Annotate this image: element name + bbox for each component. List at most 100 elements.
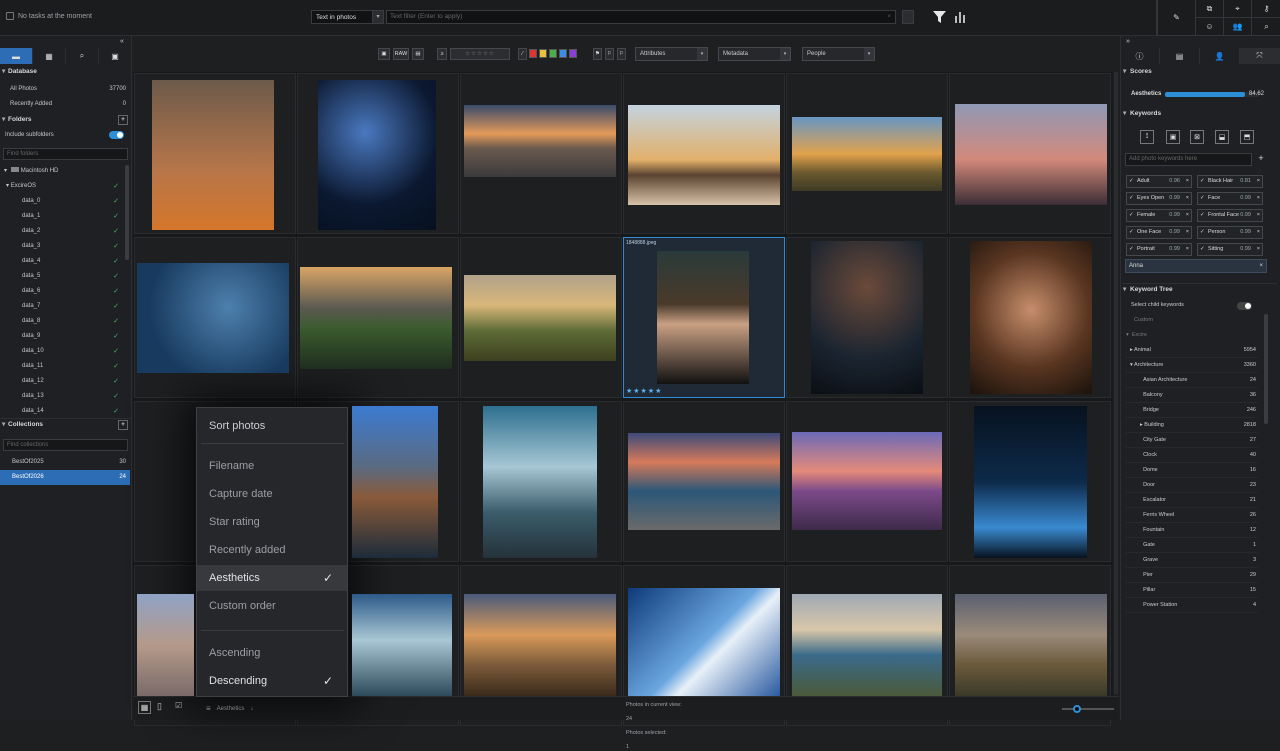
keyword-chip[interactable]: Sitting 0.99 × [1197, 243, 1263, 256]
photo-thumbnail-cloud-reflect[interactable] [137, 594, 194, 696]
remove-icon[interactable]: × [1257, 210, 1260, 221]
tab-events[interactable]: ▦ [33, 48, 66, 64]
photo-thumbnail-coast-dusk[interactable] [628, 433, 780, 530]
keyword-tree-item[interactable]: Power Station 4 [1126, 598, 1258, 613]
collections-header[interactable]: Collections + [0, 418, 132, 431]
folder-item[interactable]: data_0 ✓ [0, 194, 130, 209]
keyword-chip[interactable]: Face 0.99 × [1197, 192, 1263, 205]
bar-chart-icon[interactable] [954, 11, 966, 23]
photo-thumbnail-meadow[interactable] [792, 117, 942, 191]
face-frame-icon[interactable]: ▣ [1166, 130, 1180, 144]
photo-thumbnail-lavender[interactable] [792, 432, 942, 530]
image-filter-icon[interactable]: ▣ [378, 48, 390, 60]
find-folders-input[interactable]: Find folders [3, 148, 128, 160]
color-label-swatch[interactable] [559, 49, 567, 58]
attributes-select[interactable]: Attributes ▾ [635, 47, 708, 61]
photo-thumbnail-rock-sea[interactable] [352, 594, 452, 696]
keyword-chip[interactable]: Black Hair 0.81 × [1197, 175, 1263, 188]
folder-item[interactable]: data_14 ✓ [0, 404, 130, 419]
people-icon[interactable]: 👥 [1223, 18, 1251, 36]
right-scrollbar[interactable] [1264, 314, 1268, 424]
keyword-chip[interactable]: Frontal Face0.99 × [1197, 209, 1263, 222]
no-color-label-button[interactable]: ⁄ [518, 48, 527, 60]
keyword-tree-item[interactable]: Gate 1 [1126, 538, 1258, 553]
keyword-chip[interactable]: Female 0.99 × [1126, 209, 1192, 222]
sort-option[interactable]: Filename [197, 453, 347, 479]
sort-order-option[interactable]: Ascending [197, 640, 347, 666]
remove-icon[interactable]: × [1186, 193, 1189, 204]
color-label-swatch[interactable] [569, 49, 577, 58]
remove-icon[interactable]: × [1259, 260, 1263, 272]
keywords-header[interactable]: Keywords [1122, 108, 1277, 120]
folder-item[interactable]: data_4 ✓ [0, 254, 130, 269]
photo-thumbnail-mountain-lake[interactable] [483, 406, 597, 558]
save-keywords-icon[interactable]: ⬓ [1215, 130, 1229, 144]
folder-item[interactable]: data_3 ✓ [0, 239, 130, 254]
keyword-chip[interactable]: Person 0.99 × [1197, 226, 1263, 239]
keyword-chip[interactable]: Eyes Open 0.99 × [1126, 192, 1192, 205]
photo-thumbnail-desert-arch[interactable] [464, 594, 616, 696]
folder-item[interactable]: data_1 ✓ [0, 209, 130, 224]
expand-panel-icon[interactable]: » [1126, 38, 1130, 45]
flag-none-icon[interactable]: ⚐ [617, 48, 626, 60]
keyword-tree-item[interactable]: Bridge 246 [1126, 403, 1258, 418]
include-subfolders-toggle[interactable] [109, 131, 124, 139]
map-view-icon[interactable]: ▯ [157, 701, 162, 712]
photo-thumbnail-colmar-canal[interactable] [352, 406, 438, 558]
photo-thumbnail-mountain-road[interactable] [955, 594, 1107, 696]
color-label-swatch[interactable] [539, 49, 547, 58]
keyword-chip[interactable]: Adult 0.96 × [1126, 175, 1192, 188]
keyword-tree-item[interactable]: Balcony 36 [1126, 388, 1258, 403]
collapse-panel-icon[interactable]: « [120, 38, 124, 45]
star-rating-filter[interactable]: ☆☆☆☆☆ [450, 48, 510, 60]
slider-knob[interactable] [1073, 705, 1081, 713]
tab-metadata[interactable]: ▤ [1160, 48, 1200, 64]
photo-thumbnail-portrait[interactable] [152, 80, 274, 230]
trash-button[interactable] [902, 10, 914, 24]
tree-custom[interactable]: Custom [1126, 313, 1258, 328]
remove-icon[interactable]: × [1257, 193, 1260, 204]
folder-item[interactable]: data_11 ✓ [0, 359, 130, 374]
folder-item[interactable]: data_10 ✓ [0, 344, 130, 359]
left-scrollbar[interactable] [125, 165, 129, 260]
keyword-tree-item[interactable]: ▸ Animal 5954 [1126, 343, 1258, 358]
keyword-chip[interactable]: Portrait 0.99 × [1126, 243, 1192, 256]
tab-folders[interactable]: ▬ [0, 48, 33, 64]
folder-item[interactable]: data_9 ✓ [0, 329, 130, 344]
photo-thumbnail-cliff-jump[interactable] [628, 105, 780, 205]
remove-icon[interactable]: × [1257, 244, 1260, 255]
grid-view-icon[interactable]: ▦ [138, 701, 151, 714]
keyword-tree-item[interactable]: Grave 3 [1126, 553, 1258, 568]
photo-thumbnail-skyscraper[interactable] [628, 588, 780, 696]
search-icon[interactable]: ⌕ [1251, 18, 1280, 36]
photo-thumbnail-river-valley[interactable] [300, 267, 452, 369]
sort-option[interactable]: Capture date [197, 481, 347, 507]
folder-item[interactable]: data_5 ✓ [0, 269, 130, 284]
keyword-tree-header[interactable]: Keyword Tree [1122, 283, 1277, 296]
keyword-tree-item[interactable]: Escalator 21 [1126, 493, 1258, 508]
collection-item[interactable]: BestOf2025 30 [0, 455, 130, 470]
hide-faces-icon[interactable]: ⊠ [1190, 130, 1204, 144]
folder-item[interactable]: data_13 ✓ [0, 389, 130, 404]
database-header[interactable]: Database [0, 66, 132, 78]
raw-filter-button[interactable]: RAW [393, 48, 409, 60]
remove-icon[interactable]: × [1257, 176, 1260, 187]
add-keyword-input[interactable]: Add photo keywords here [1125, 153, 1252, 166]
folders-header[interactable]: Folders + [0, 114, 132, 126]
keyword-tree-item[interactable]: Asian Architecture 24 [1126, 373, 1258, 388]
thumbnail-size-slider[interactable] [1062, 705, 1114, 713]
keyword-tree-item[interactable]: ▸ Building 2818 [1126, 418, 1258, 433]
photo-thumbnail-fjord[interactable] [792, 594, 942, 696]
tree-excire[interactable]: ▾ Excire [1126, 328, 1258, 343]
keyword-tree-item[interactable]: Fountain 12 [1126, 523, 1258, 538]
remove-icon[interactable]: × [1186, 176, 1189, 187]
keyword-chip[interactable]: One Face 0.99 × [1126, 226, 1192, 239]
filter-icon[interactable] [933, 11, 946, 23]
clear-icon[interactable]: × [887, 11, 891, 23]
sort-option[interactable]: Custom order [197, 593, 347, 619]
tab-search[interactable]: ⌕ [66, 48, 99, 64]
photo-thumbnail-woman-curls[interactable] [970, 241, 1092, 394]
keyword-tree-item[interactable]: Clock 40 [1126, 448, 1258, 463]
keyword-tree-item[interactable]: Pier 29 [1126, 568, 1258, 583]
remove-icon[interactable]: × [1186, 244, 1189, 255]
